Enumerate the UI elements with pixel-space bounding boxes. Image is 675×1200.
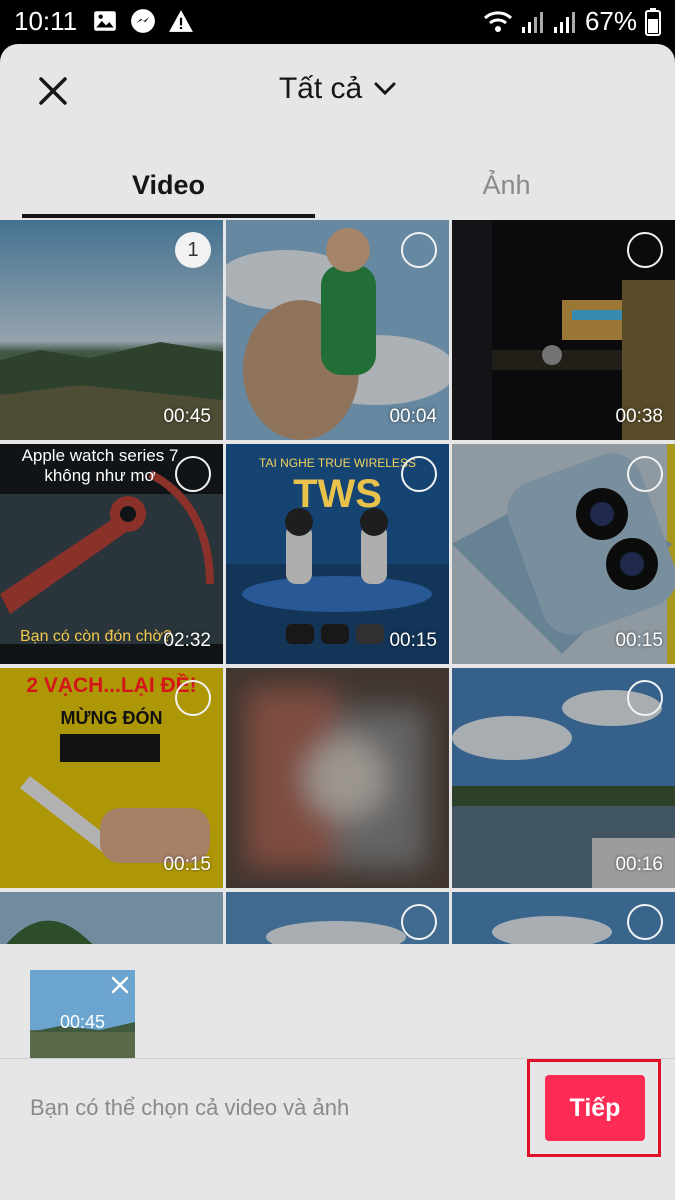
selection-circle[interactable]: [627, 680, 663, 716]
media-tile[interactable]: [452, 892, 675, 944]
tab-active-indicator: [22, 214, 315, 218]
selection-circle[interactable]: [401, 456, 437, 492]
selection-circle[interactable]: [401, 232, 437, 268]
video-duration: 00:45: [163, 406, 211, 427]
signal-2-icon: [553, 11, 575, 33]
media-grid: 1 00:45 00:04 00:38 Apple watch series 7…: [0, 220, 675, 944]
battery-percent: 67%: [584, 6, 637, 36]
next-button[interactable]: Tiếp: [545, 1075, 645, 1141]
media-tile[interactable]: 2 VẠCH...LẠI ĐỀ! MỪNG ĐÓN 00:15: [0, 668, 223, 888]
status-time: 10:11: [14, 6, 78, 36]
video-duration: 00:15: [163, 854, 211, 875]
selection-circle[interactable]: [627, 456, 663, 492]
media-tile[interactable]: 00:04: [226, 220, 449, 440]
video-duration: 02:32: [163, 630, 211, 651]
media-tile[interactable]: TAI NGHE TRUE WIRELESS TWS 00:15: [226, 444, 449, 664]
messenger-icon: [131, 9, 155, 33]
media-tile[interactable]: 00:16: [452, 668, 675, 888]
video-duration: 00:15: [615, 630, 663, 651]
media-tile[interactable]: [226, 892, 449, 944]
chevron-down-icon: [374, 82, 396, 96]
forest-thumbnail: [0, 892, 223, 944]
video-caption-top: Apple watch series 7 không như mơ: [21, 446, 179, 485]
media-tile[interactable]: 1 00:45: [0, 220, 223, 440]
selection-circle[interactable]: [627, 904, 663, 940]
signal-icon: [521, 11, 543, 33]
status-notification-icons: [92, 8, 194, 34]
media-tile[interactable]: [226, 668, 449, 888]
remove-icon[interactable]: [109, 974, 131, 996]
selection-circle[interactable]: [175, 456, 211, 492]
media-tile[interactable]: [0, 892, 223, 944]
blurred-thumbnail: [226, 668, 449, 888]
media-tile[interactable]: Apple watch series 7 không như mơ Bạn có…: [0, 444, 223, 664]
video-duration: 00:15: [389, 630, 437, 651]
bottom-bar: Bạn có thể chọn cả video và ảnh Tiếp: [0, 1058, 675, 1157]
album-title: Tất cả: [278, 72, 363, 105]
video-duration: 00:04: [389, 406, 437, 427]
tabs: Video Ảnh: [0, 152, 675, 218]
status-bar: 10:11 67%: [0, 0, 675, 44]
selection-circle[interactable]: [401, 904, 437, 940]
media-tile[interactable]: 00:38: [452, 220, 675, 440]
wifi-icon: [483, 10, 512, 32]
video-duration: 00:38: [615, 406, 663, 427]
tab-photo[interactable]: Ảnh: [360, 152, 653, 218]
selection-hint: Bạn có thể chọn cả video và ảnh: [30, 1095, 350, 1120]
video-duration: 00:16: [615, 854, 663, 875]
tab-video[interactable]: Video: [22, 152, 315, 218]
selection-badge[interactable]: 1: [175, 232, 211, 268]
video-caption-bottom: Bạn có còn đón chờ?: [20, 628, 172, 645]
selection-circle[interactable]: [175, 680, 211, 716]
album-selector[interactable]: Tất cả: [0, 72, 675, 106]
battery-icon: [645, 7, 661, 36]
video-duration: 00:45: [59, 1012, 106, 1032]
media-tile[interactable]: 00:15: [452, 444, 675, 664]
media-picker-sheet: Tất cả Video Ảnh 1 00:45 00:04 00:38 App…: [0, 44, 675, 1200]
warning-icon: [169, 10, 193, 32]
selection-circle[interactable]: [627, 232, 663, 268]
gallery-icon: [94, 11, 116, 31]
status-right: 67%: [483, 6, 661, 37]
